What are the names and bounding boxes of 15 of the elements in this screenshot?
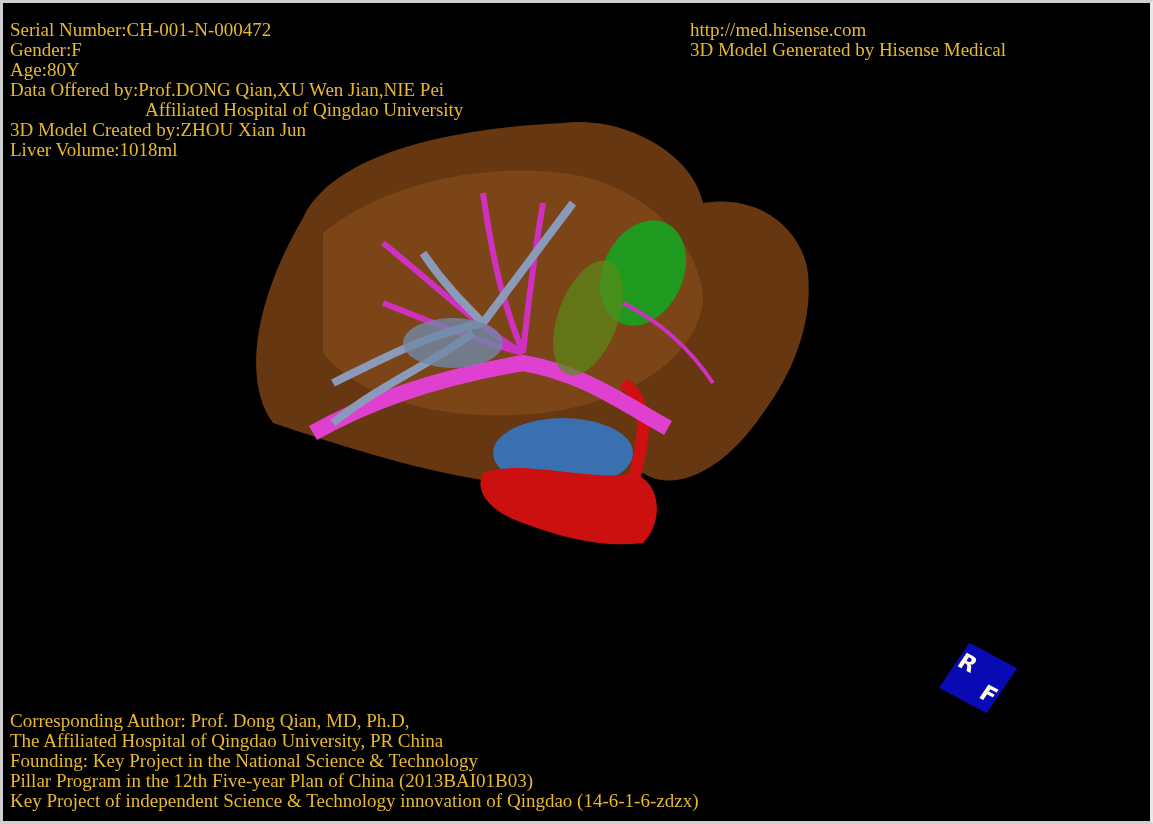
- credit-text: Key Project of independent Science & Technology innovation of Qingdao (14-6-1-6-zdzx): [10, 790, 699, 811]
- orientation-cube[interactable]: R F: [939, 642, 1017, 714]
- credit-text: The Affiliated Hospital of Qingdao University, PR China: [10, 730, 444, 751]
- info-text: Gender:F: [10, 39, 82, 60]
- credit-text: Pillar Program in the 12th Five-year Plan of China (2013BAI01B03): [10, 770, 533, 791]
- credit-text: Founding: Key Project in the National Science & Technology: [10, 750, 478, 771]
- info-text: Age:80Y: [10, 59, 80, 80]
- info-text: http://med.hisense.com: [690, 19, 867, 40]
- info-text: Serial Number:CH-001-N-000472: [10, 19, 272, 40]
- info-text: Liver Volume:1018ml: [10, 139, 178, 160]
- info-text: 3D Model Created by:ZHOU Xian Jun: [10, 119, 307, 140]
- info-text: Affiliated Hospital of Qingdao University: [145, 99, 464, 120]
- credit-text: Corresponding Author: Prof. Dong Qian, MD, Ph.D,: [10, 710, 410, 731]
- info-text: Data Offered by:Prof.DONG Qian,XU Wen Jian,NIE Pei: [10, 79, 445, 100]
- info-text: 3D Model Generated by Hisense Medical: [690, 39, 1007, 60]
